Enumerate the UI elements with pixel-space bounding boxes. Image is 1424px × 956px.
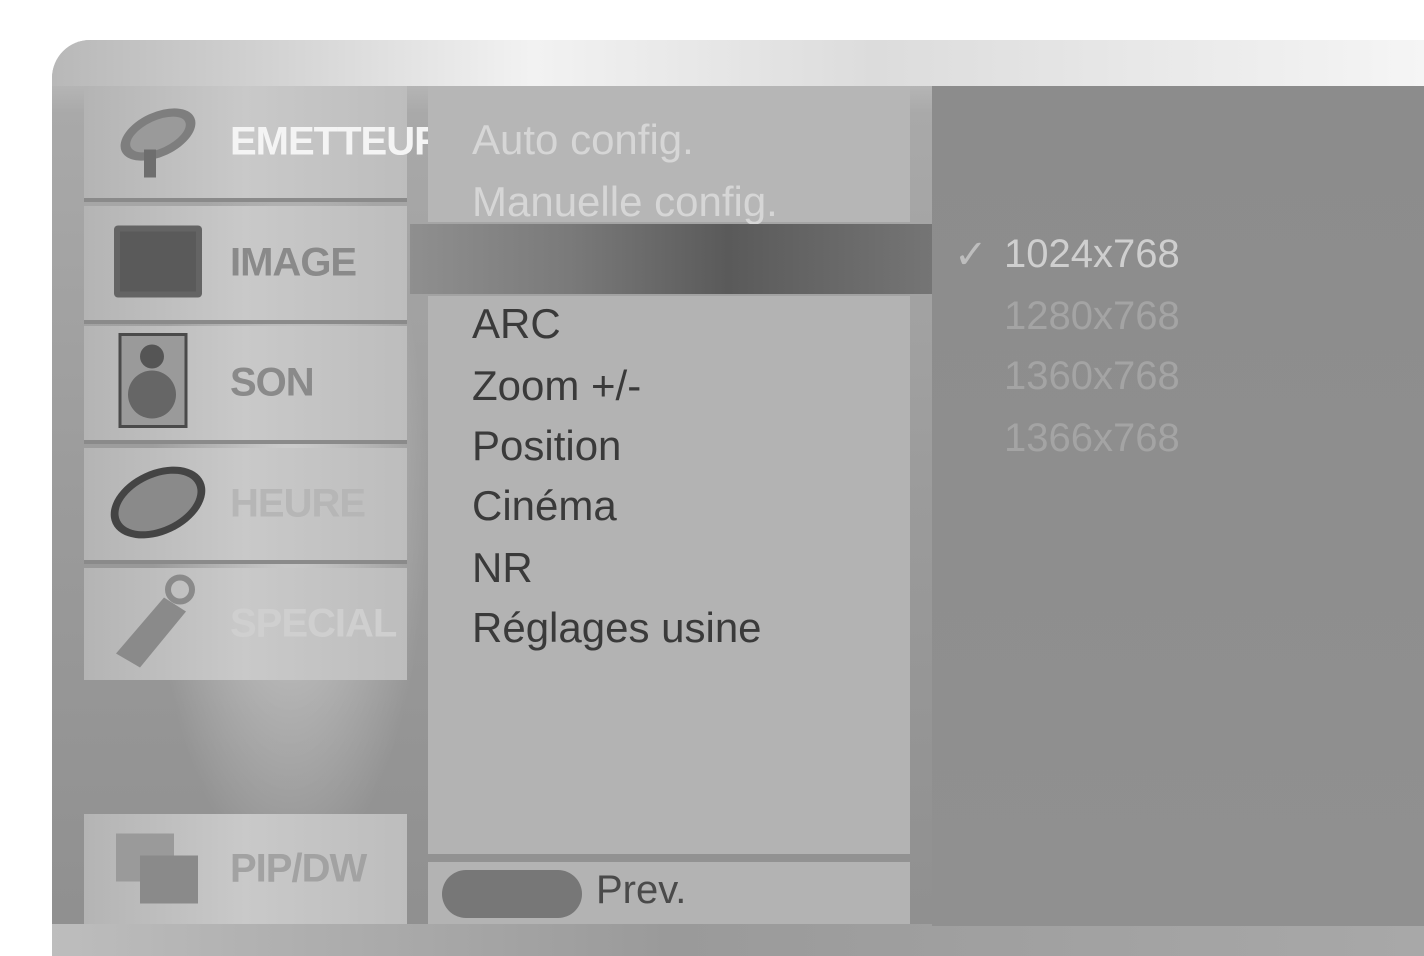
submenu-panel [932,86,1424,926]
sidebar-item-label: HEURE [230,481,366,526]
submenu-option-1280x768[interactable]: 1280x768 [1004,294,1180,339]
sidebar-item-label: SON [230,360,315,405]
menu-item-zoom[interactable]: Zoom +/- [472,362,641,410]
sidebar-item-emetteur[interactable]: EMETTEUR [84,86,443,202]
tv-screen-icon [106,218,206,309]
sidebar-item-pip[interactable]: PIP/DW [84,814,407,924]
key-tag-icon [106,572,206,677]
sidebar-item-label: SPECIAL [230,601,397,646]
menu-item-manual-config[interactable]: Manuelle config. [472,178,778,226]
pip-screens-icon [106,822,206,917]
prev-button-icon[interactable] [442,870,582,918]
sidebar-item-label: PIP/DW [230,846,367,891]
sidebar-item-son[interactable]: SON [84,326,407,444]
sidebar-item-special[interactable]: SPECIAL [84,568,407,680]
sidebar-item-image[interactable]: IMAGE [84,206,407,324]
sidebar-item-label: IMAGE [230,240,357,285]
sidebar-item-label: EMETTEUR [230,119,443,164]
menu-item-auto-config[interactable]: Auto config. [472,116,694,164]
menu-item-factory-reset[interactable]: Réglages usine [472,604,762,652]
menu-item-nr[interactable]: NR [472,544,533,592]
menu-selection-bar[interactable] [410,224,940,294]
submenu-option-1024x768[interactable]: 1024x768 [1004,232,1180,277]
prev-label: Prev. [596,868,687,912]
submenu-option-1360x768[interactable]: 1360x768 [1004,354,1180,399]
submenu-option-1366x768[interactable]: 1366x768 [1004,416,1180,461]
menu-item-position[interactable]: Position [472,422,621,470]
check-icon: ✓ [954,233,988,277]
satellite-dish-icon [106,95,206,190]
clock-icon [106,457,216,552]
menu-item-cinema[interactable]: Cinéma [472,482,617,530]
menu-item-arc[interactable]: ARC [472,300,561,348]
speaker-icon [106,331,196,436]
sidebar-item-heure[interactable]: HEURE [84,448,407,564]
